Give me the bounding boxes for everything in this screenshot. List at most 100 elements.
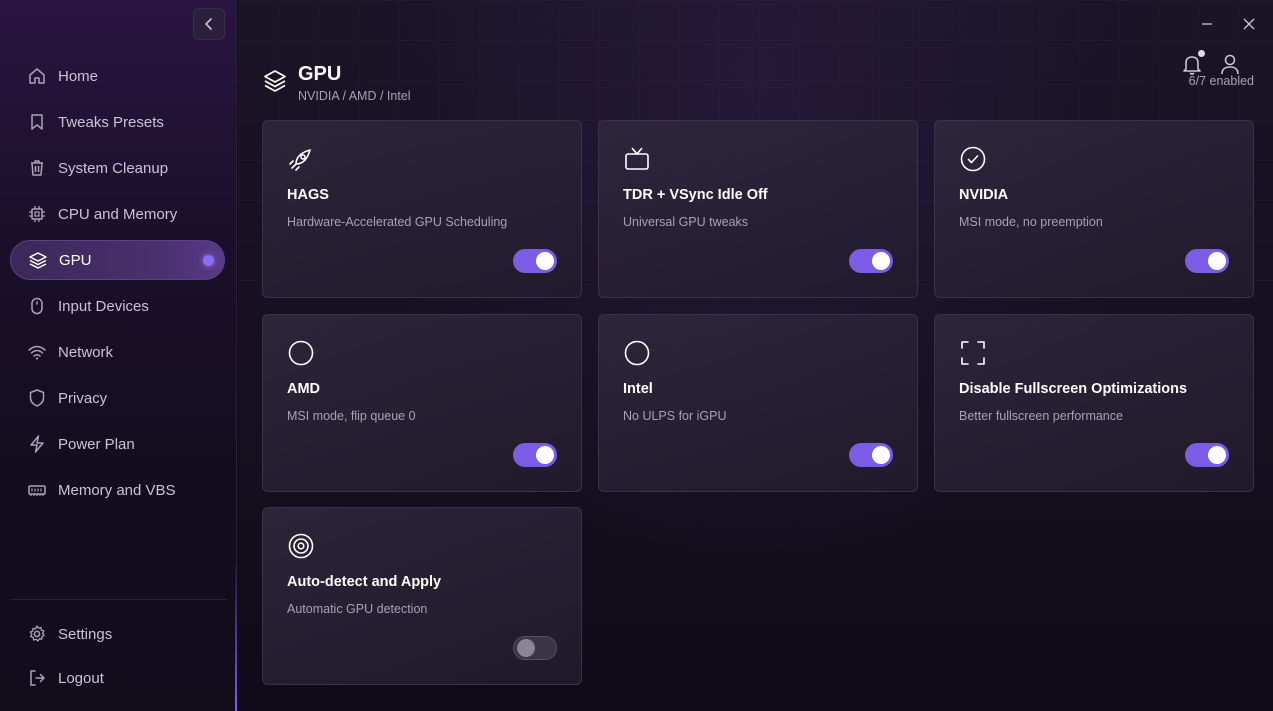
window-controls (1197, 14, 1259, 34)
tweak-card-auto-detect: Auto-detect and Apply Automatic GPU dete… (262, 507, 582, 685)
card-description: MSI mode, flip queue 0 (287, 409, 416, 423)
gear-icon (26, 623, 48, 645)
sidebar-item-label: Memory and VBS (58, 481, 176, 499)
sidebar-item-label: Power Plan (58, 435, 135, 453)
header-actions: 6/7 enabled (1174, 50, 1254, 92)
active-indicator-dot (203, 255, 214, 266)
sidebar-item-label: GPU (59, 251, 92, 269)
card-title: TDR + VSync Idle Off (623, 187, 768, 203)
card-title: NVIDIA (959, 187, 1009, 203)
mouse-icon (26, 295, 48, 317)
card-description: Hardware-Accelerated GPU Scheduling (287, 215, 508, 229)
tweak-card-amd: AMD MSI mode, flip queue 0 (262, 314, 582, 492)
sidebar-item-network[interactable]: Network (10, 332, 225, 372)
card-description: Automatic GPU detection (287, 602, 428, 616)
bookmark-icon (26, 111, 48, 133)
sidebar-item-label: Tweaks Presets (58, 113, 164, 131)
card-title: Intel (623, 381, 653, 397)
close-icon (1243, 18, 1255, 30)
toggle-knob (872, 446, 890, 464)
rocket-icon (289, 149, 311, 171)
card-description: No ULPS for iGPU (623, 409, 727, 423)
bolt-icon (26, 433, 48, 455)
amd-toggle[interactable] (513, 443, 557, 467)
tweak-card-fullscreen-optimizations: Disable Fullscreen Optimizations Better … (934, 314, 1254, 492)
hags-toggle[interactable] (513, 249, 557, 273)
auto-detect-toggle[interactable] (513, 636, 557, 660)
target-icon (288, 533, 314, 559)
toggle-knob (872, 252, 890, 270)
card-description: Universal GPU tweaks (623, 215, 749, 229)
sidebar-item-system-cleanup[interactable]: System Cleanup (10, 148, 225, 188)
minimize-button[interactable] (1197, 14, 1217, 34)
app-window: Home Tweaks Presets System Cleanup CPU a… (0, 0, 1273, 711)
main-content: GPU NVIDIA / AMD / Intel 6/7 enabled HAG… (238, 0, 1273, 711)
shield-icon (26, 387, 48, 409)
cpu-icon (26, 203, 48, 225)
sidebar-item-label: Network (58, 343, 114, 361)
sidebar-item-label: CPU and Memory (58, 205, 178, 223)
minimize-icon (1202, 23, 1212, 25)
wifi-icon (26, 341, 48, 363)
sidebar-item-label: System Cleanup (58, 159, 169, 177)
sidebar-item-label: Settings (58, 625, 113, 643)
tweak-card-tdr-vsync: TDR + VSync Idle Off Universal GPU tweak… (598, 120, 918, 298)
sidebar-item-memory-vbs[interactable]: Memory and VBS (10, 470, 225, 510)
card-description: MSI mode, no preemption (959, 215, 1103, 229)
sidebar-nav: Home Tweaks Presets System Cleanup CPU a… (0, 50, 237, 516)
home-icon (26, 65, 48, 87)
chevron-left-icon (204, 18, 212, 30)
sidebar-item-label: Input Devices (58, 297, 149, 315)
toggle-knob (536, 446, 554, 464)
check-circle-icon (960, 146, 986, 172)
trash-icon (26, 157, 48, 179)
close-window-button[interactable] (1239, 14, 1259, 34)
layers-icon (264, 70, 286, 92)
fullscreen-icon (961, 341, 985, 365)
tv-icon (625, 147, 649, 170)
card-title: AMD (287, 381, 321, 397)
sidebar-item-tweaks-presets[interactable]: Tweaks Presets (10, 102, 225, 142)
sidebar-item-cpu-memory[interactable]: CPU and Memory (10, 194, 225, 234)
toggle-knob (1208, 446, 1226, 464)
tweak-card-intel: Intel No ULPS for iGPU (598, 314, 918, 492)
tweak-card-hags: HAGS Hardware-Accelerated GPU Scheduling (262, 120, 582, 298)
circle-icon (624, 340, 650, 366)
card-title: Auto-detect and Apply (287, 574, 442, 590)
layers-icon (27, 249, 49, 271)
sidebar-item-gpu[interactable]: GPU (10, 240, 225, 280)
memory-icon (26, 479, 48, 501)
card-title: Disable Fullscreen Optimizations (959, 381, 1188, 397)
sidebar-item-home[interactable]: Home (10, 56, 225, 96)
tweak-card-nvidia: NVIDIA MSI mode, no preemption (934, 120, 1254, 298)
enabled-count: 6/7 enabled (1188, 74, 1254, 88)
sidebar-item-label: Logout (58, 669, 104, 687)
circle-icon (288, 340, 314, 366)
sidebar-item-privacy[interactable]: Privacy (10, 378, 225, 418)
page-header: GPU NVIDIA / AMD / Intel (262, 62, 411, 103)
fullscreen-optimizations-toggle[interactable] (1185, 443, 1229, 467)
sidebar-item-power-plan[interactable]: Power Plan (10, 424, 225, 464)
sidebar-item-logout[interactable]: Logout (10, 658, 225, 698)
toggle-knob (536, 252, 554, 270)
page-subtitle: NVIDIA / AMD / Intel (298, 89, 411, 103)
sidebar-item-settings[interactable]: Settings (10, 614, 225, 654)
toggle-knob (1208, 252, 1226, 270)
sidebar-item-input-devices[interactable]: Input Devices (10, 286, 225, 326)
nvidia-toggle[interactable] (1185, 249, 1229, 273)
toggle-knob (517, 639, 535, 657)
logout-icon (26, 667, 48, 689)
collapse-sidebar-button[interactable] (193, 8, 225, 40)
card-description: Better fullscreen performance (959, 409, 1123, 423)
sidebar-item-label: Home (58, 67, 99, 85)
sidebar-item-label: Privacy (58, 389, 108, 407)
intel-toggle[interactable] (849, 443, 893, 467)
sidebar: Home Tweaks Presets System Cleanup CPU a… (0, 0, 237, 711)
sidebar-divider (10, 599, 227, 600)
sidebar-bottom-nav: Settings Logout (0, 614, 237, 702)
tdr-vsync-toggle[interactable] (849, 249, 893, 273)
card-title: HAGS (287, 187, 329, 203)
user-icon[interactable] (1218, 52, 1242, 76)
notification-dot (1198, 50, 1205, 57)
page-title: GPU (298, 63, 342, 85)
